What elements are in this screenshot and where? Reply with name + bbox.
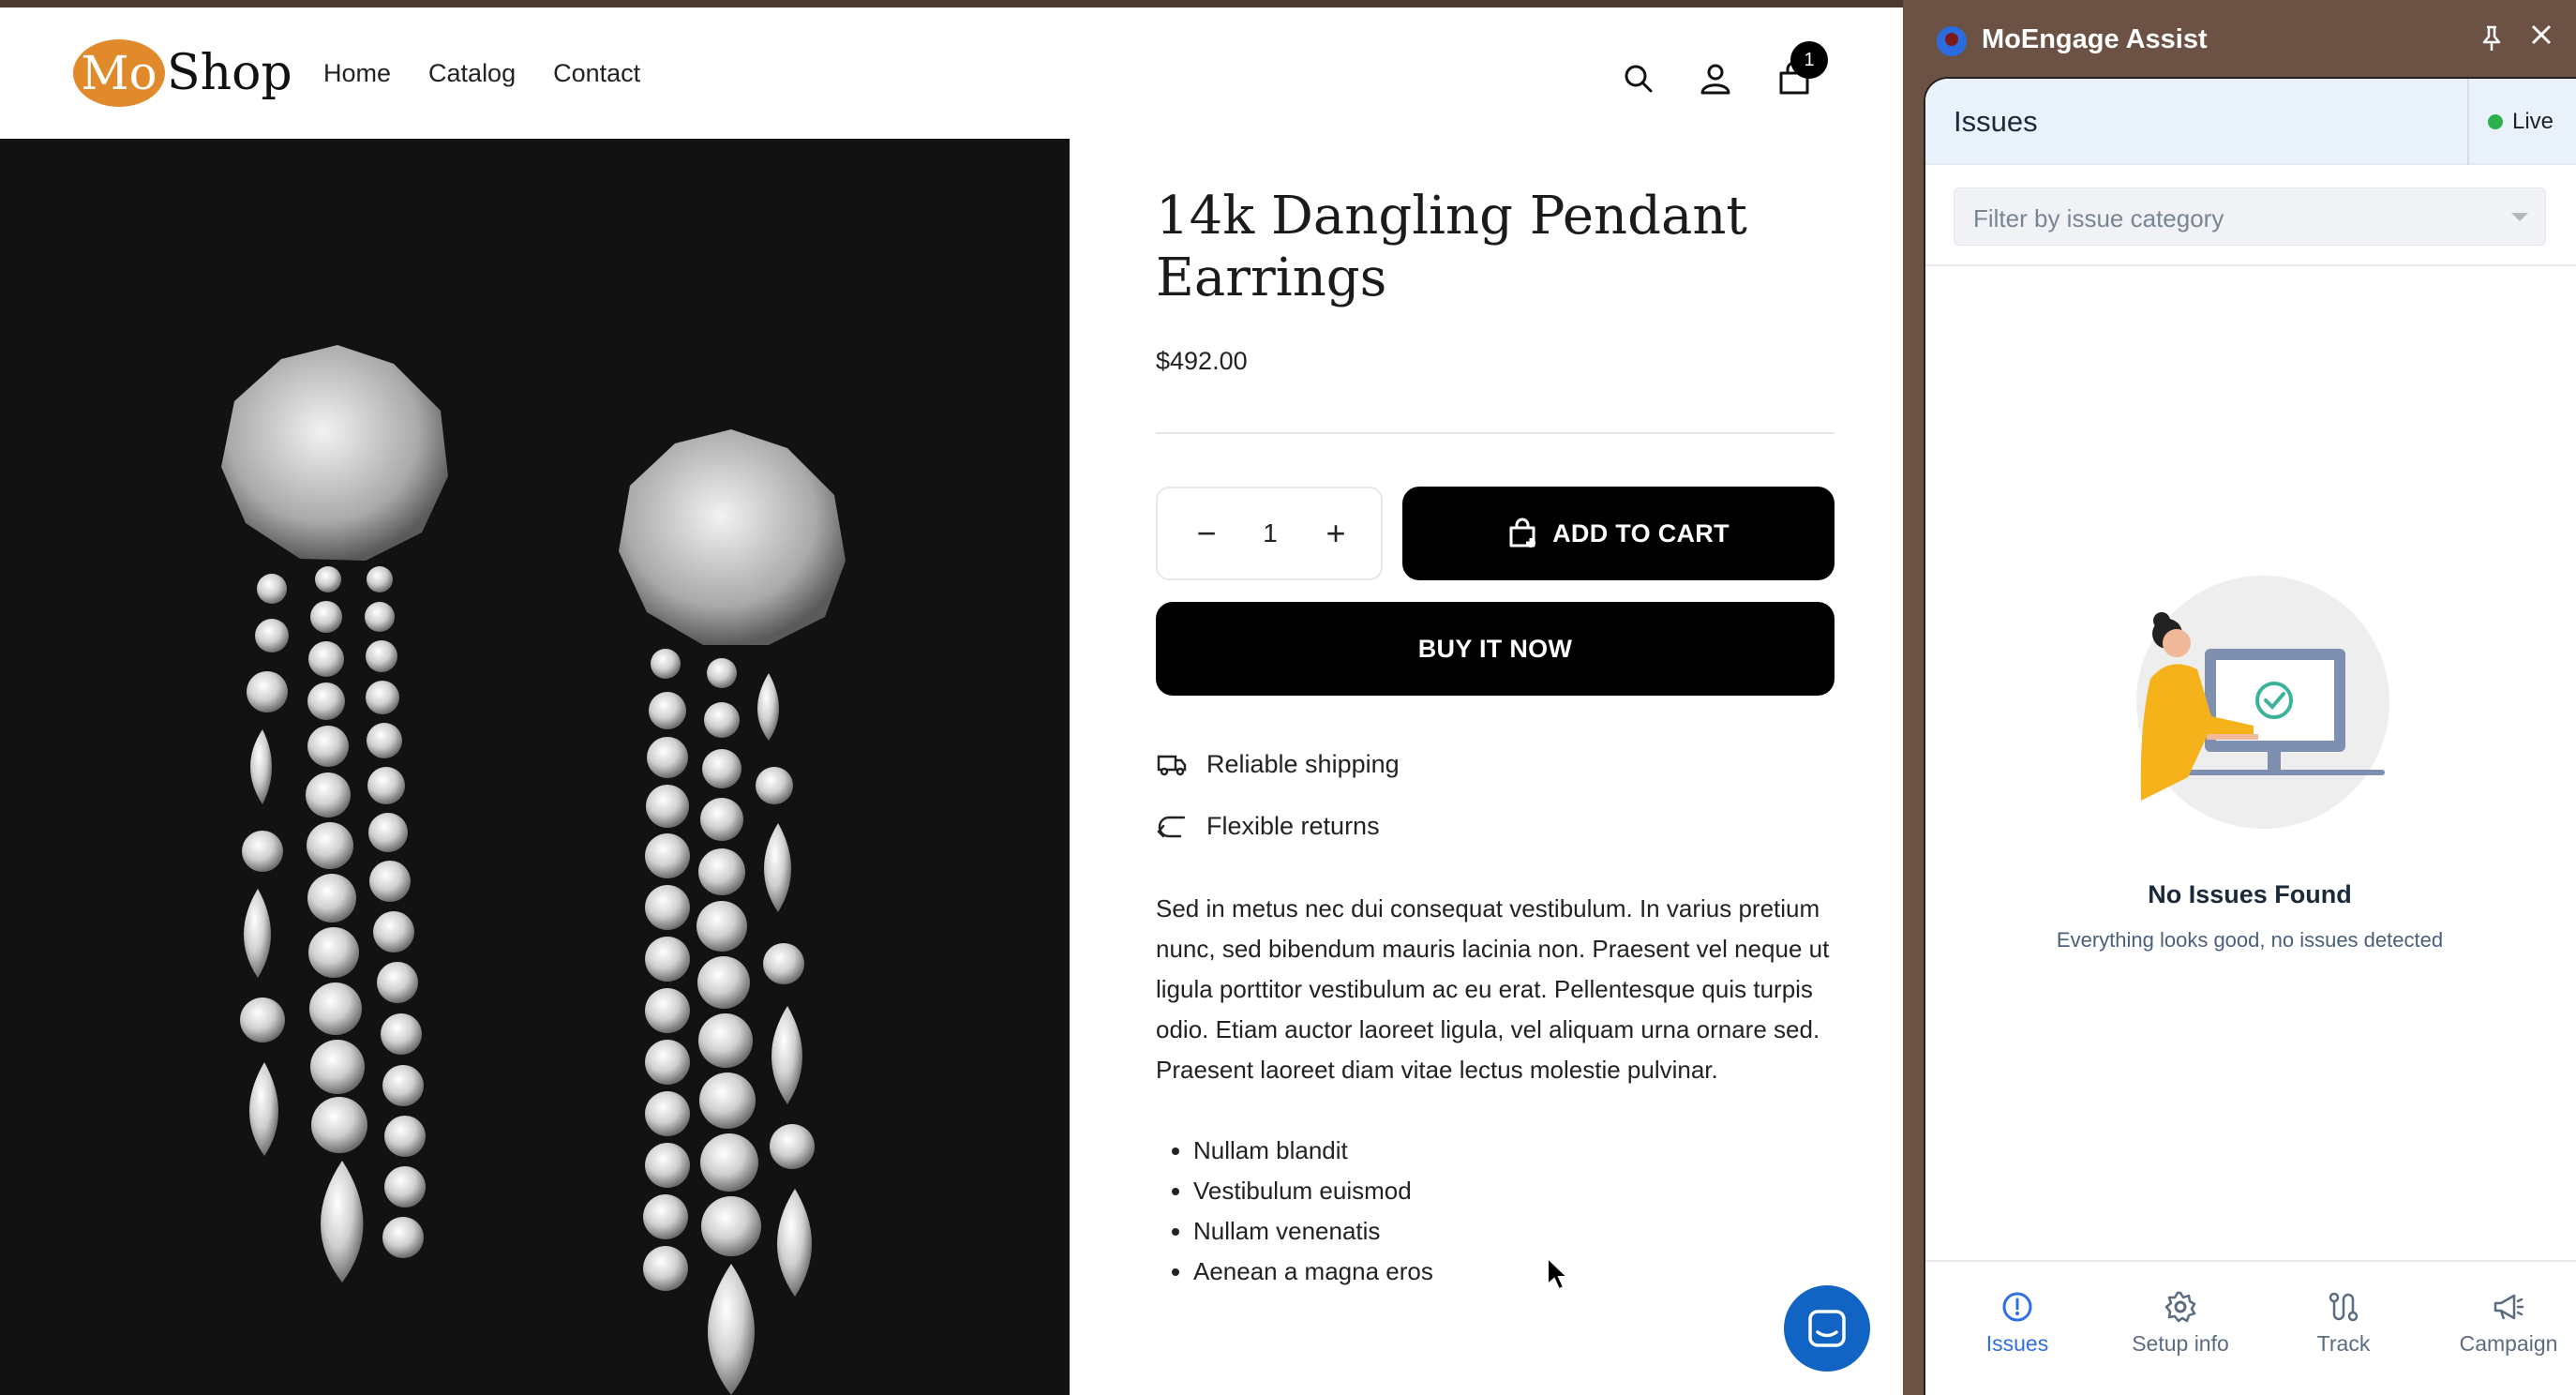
megaphone-icon: [2494, 1294, 2524, 1320]
quantity-increase-button[interactable]: +: [1315, 513, 1356, 554]
bullet-item: Nullam blandit: [1193, 1131, 1433, 1171]
site-header: Mo Shop Home Catalog Contact 1: [0, 8, 1903, 139]
tab-setup-info[interactable]: Setup info: [2115, 1290, 2246, 1357]
pin-icon[interactable]: [2479, 24, 2505, 52]
feature-returns-label: Flexible returns: [1206, 811, 1380, 840]
return-arrow-icon: [1157, 816, 1186, 838]
bullet-item: Nullam venenatis: [1193, 1211, 1433, 1252]
chat-launcher-button[interactable]: [1784, 1285, 1870, 1372]
issues-header: Issues Live: [1925, 79, 2576, 165]
assist-bottom-nav: Issues Setup info Track Campaign: [1925, 1260, 2576, 1395]
empty-state-title: No Issues Found: [2148, 880, 2352, 908]
product-image[interactable]: [0, 139, 1070, 1395]
chevron-down-icon: [2511, 213, 2528, 221]
product-description: Sed in metus nec dui consequat vestibulu…: [1156, 894, 1830, 1084]
logo-shop-text: Shop: [167, 45, 292, 101]
divider: [1925, 264, 2576, 266]
main-nav: Home Catalog Contact: [323, 59, 640, 88]
shop-page: Mo Shop Home Catalog Contact 1 14k Dangl…: [0, 8, 1903, 1395]
logo-mo-badge: Mo: [73, 39, 165, 107]
truck-icon: [1157, 755, 1187, 776]
filter-placeholder: Filter by issue category: [1973, 204, 2224, 232]
empty-state-subtitle: Everything looks good, no issues detecte…: [2056, 928, 2444, 952]
buy-now-button[interactable]: BUY IT NOW: [1156, 602, 1835, 696]
tab-track[interactable]: Track: [2278, 1290, 2409, 1357]
nav-contact-link[interactable]: Contact: [553, 59, 640, 88]
bullet-item: Aenean a magna eros: [1193, 1252, 1433, 1292]
chat-icon: [1808, 1310, 1846, 1347]
quantity-value[interactable]: 1: [1251, 513, 1289, 554]
site-logo[interactable]: Mo Shop: [73, 36, 292, 111]
divider: [2467, 79, 2469, 165]
product-bullets: Nullam blandit Vestibulum euismod Nullam…: [1193, 1131, 1433, 1292]
buy-now-label: BUY IT NOW: [1417, 634, 1573, 663]
assist-card: Issues Live Filter by issue category No …: [1924, 77, 2576, 1395]
feature-shipping-label: Reliable shipping: [1206, 749, 1400, 778]
issue-category-filter[interactable]: Filter by issue category: [1954, 188, 2546, 246]
quantity-stepper: − 1 +: [1156, 487, 1383, 580]
nav-catalog-link[interactable]: Catalog: [428, 59, 516, 88]
add-to-cart-label: ADD TO CART: [1552, 518, 1730, 548]
tab-issues-label: Issues: [1985, 1331, 2049, 1356]
search-icon[interactable]: [1620, 60, 1657, 98]
live-label: Live: [2512, 109, 2554, 134]
account-icon[interactable]: [1697, 60, 1734, 98]
quantity-decrease-button[interactable]: −: [1186, 513, 1227, 554]
issues-title: Issues: [1954, 105, 2038, 138]
feature-shipping: Reliable shipping: [1156, 748, 1400, 780]
feature-returns: Flexible returns: [1156, 810, 1380, 842]
cart-add-icon: [1509, 518, 1536, 548]
add-to-cart-button[interactable]: ADD TO CART: [1402, 487, 1835, 580]
assist-title: MoEngage Assist: [1982, 24, 2208, 54]
bullet-item: Vestibulum euismod: [1193, 1171, 1433, 1211]
no-issues-illustration: [2136, 576, 2389, 829]
tab-issues[interactable]: Issues: [1952, 1290, 2083, 1357]
earrings-image: [221, 345, 846, 1395]
mouse-cursor-icon: [1547, 1256, 1570, 1291]
tab-track-label: Track: [2316, 1331, 2371, 1356]
product-price: $492.00: [1156, 347, 1248, 375]
product-title: 14k Dangling Pendant Earrings: [1156, 186, 1747, 308]
live-dot-icon: [2488, 114, 2503, 129]
moengage-logo-icon: [1937, 26, 1967, 56]
nav-home-link[interactable]: Home: [323, 59, 391, 88]
divider: [1156, 432, 1835, 434]
cart-count-badge: 1: [1790, 41, 1828, 79]
tab-campaign[interactable]: Campaign: [2443, 1290, 2574, 1357]
assist-panel: MoEngage Assist Issues Live Filter by is…: [1903, 0, 2576, 1395]
gear-icon: [2164, 1291, 2196, 1323]
tab-setup-info-label: Setup info: [2132, 1331, 2229, 1356]
alert-circle-icon: [2002, 1292, 2032, 1322]
assist-header: MoEngage Assist: [1903, 0, 2576, 77]
close-icon[interactable]: [2527, 21, 2555, 49]
live-status-badge[interactable]: Live: [2488, 109, 2554, 135]
route-icon: [2329, 1292, 2359, 1322]
tab-campaign-label: Campaign: [2459, 1331, 2558, 1356]
